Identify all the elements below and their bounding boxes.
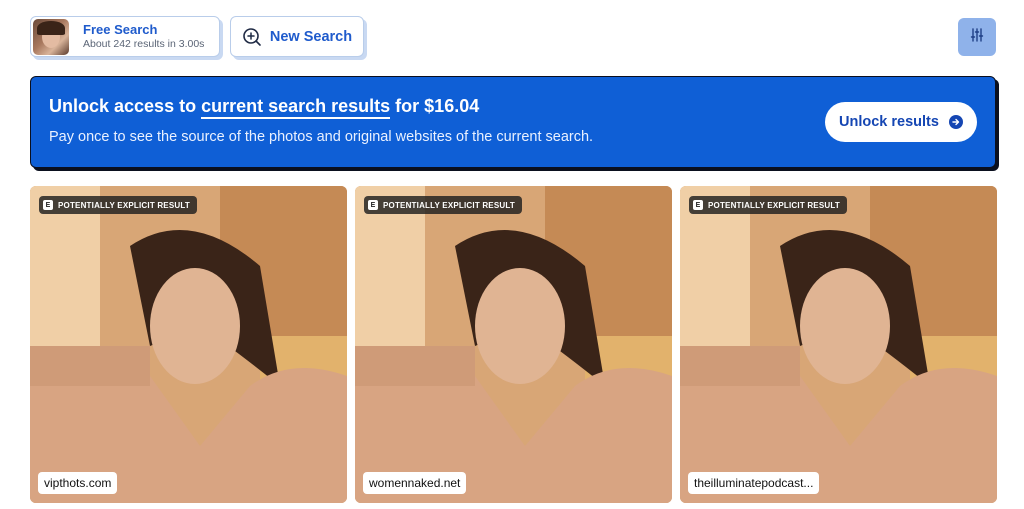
explicit-icon: E	[43, 200, 53, 210]
new-search-label: New Search	[269, 28, 353, 45]
free-search-info: Free Search About 242 results in 3.00s	[83, 22, 204, 51]
new-search-button[interactable]: New Search	[230, 16, 364, 57]
explicit-icon: E	[368, 200, 378, 210]
explicit-icon: E	[693, 200, 703, 210]
explicit-badge: E POTENTIALLY EXPLICIT RESULT	[39, 196, 197, 214]
unlock-results-label: Unlock results	[839, 114, 939, 130]
banner-title-price: for $16.04	[390, 96, 480, 116]
query-thumbnail	[33, 18, 69, 55]
explicit-badge-label: POTENTIALLY EXPLICIT RESULT	[383, 200, 515, 210]
source-site-label: vipthots.com	[38, 472, 118, 494]
banner-title: Unlock access to current search results …	[49, 96, 480, 119]
free-search-title: Free Search	[83, 22, 158, 37]
filter-button[interactable]	[958, 18, 996, 56]
unlock-banner: Unlock access to current search results …	[30, 76, 996, 168]
free-search-chip[interactable]: Free Search About 242 results in 3.00s	[30, 16, 220, 57]
banner-title-prefix: Unlock access to	[49, 96, 202, 116]
explicit-badge: E POTENTIALLY EXPLICIT RESULT	[364, 196, 522, 214]
result-photo	[680, 186, 997, 503]
search-plus-icon	[242, 27, 262, 47]
sliders-icon	[969, 27, 985, 48]
source-site-label: womennaked.net	[363, 472, 467, 494]
source-site-label: theilluminatepodcast...	[688, 472, 820, 494]
banner-subtitle: Pay once to see the source of the photos…	[49, 129, 594, 145]
result-card[interactable]: E POTENTIALLY EXPLICIT RESULT vipthots.c…	[30, 186, 347, 503]
search-results-page: Free Search About 242 results in 3.00s N…	[0, 0, 1024, 509]
current-results-link[interactable]: current search results	[201, 96, 391, 119]
unlock-results-button[interactable]: Unlock results	[825, 102, 977, 142]
result-photo	[355, 186, 672, 503]
arrow-right-circle-icon	[948, 115, 963, 129]
result-card[interactable]: E POTENTIALLY EXPLICIT RESULT theillumin…	[680, 186, 997, 503]
result-photo	[30, 186, 347, 503]
result-card[interactable]: E POTENTIALLY EXPLICIT RESULT womennaked…	[355, 186, 672, 503]
results-count: About 242 results in 3.00s	[83, 38, 205, 50]
explicit-badge: E POTENTIALLY EXPLICIT RESULT	[689, 196, 847, 214]
explicit-badge-label: POTENTIALLY EXPLICIT RESULT	[58, 200, 190, 210]
explicit-badge-label: POTENTIALLY EXPLICIT RESULT	[708, 200, 840, 210]
